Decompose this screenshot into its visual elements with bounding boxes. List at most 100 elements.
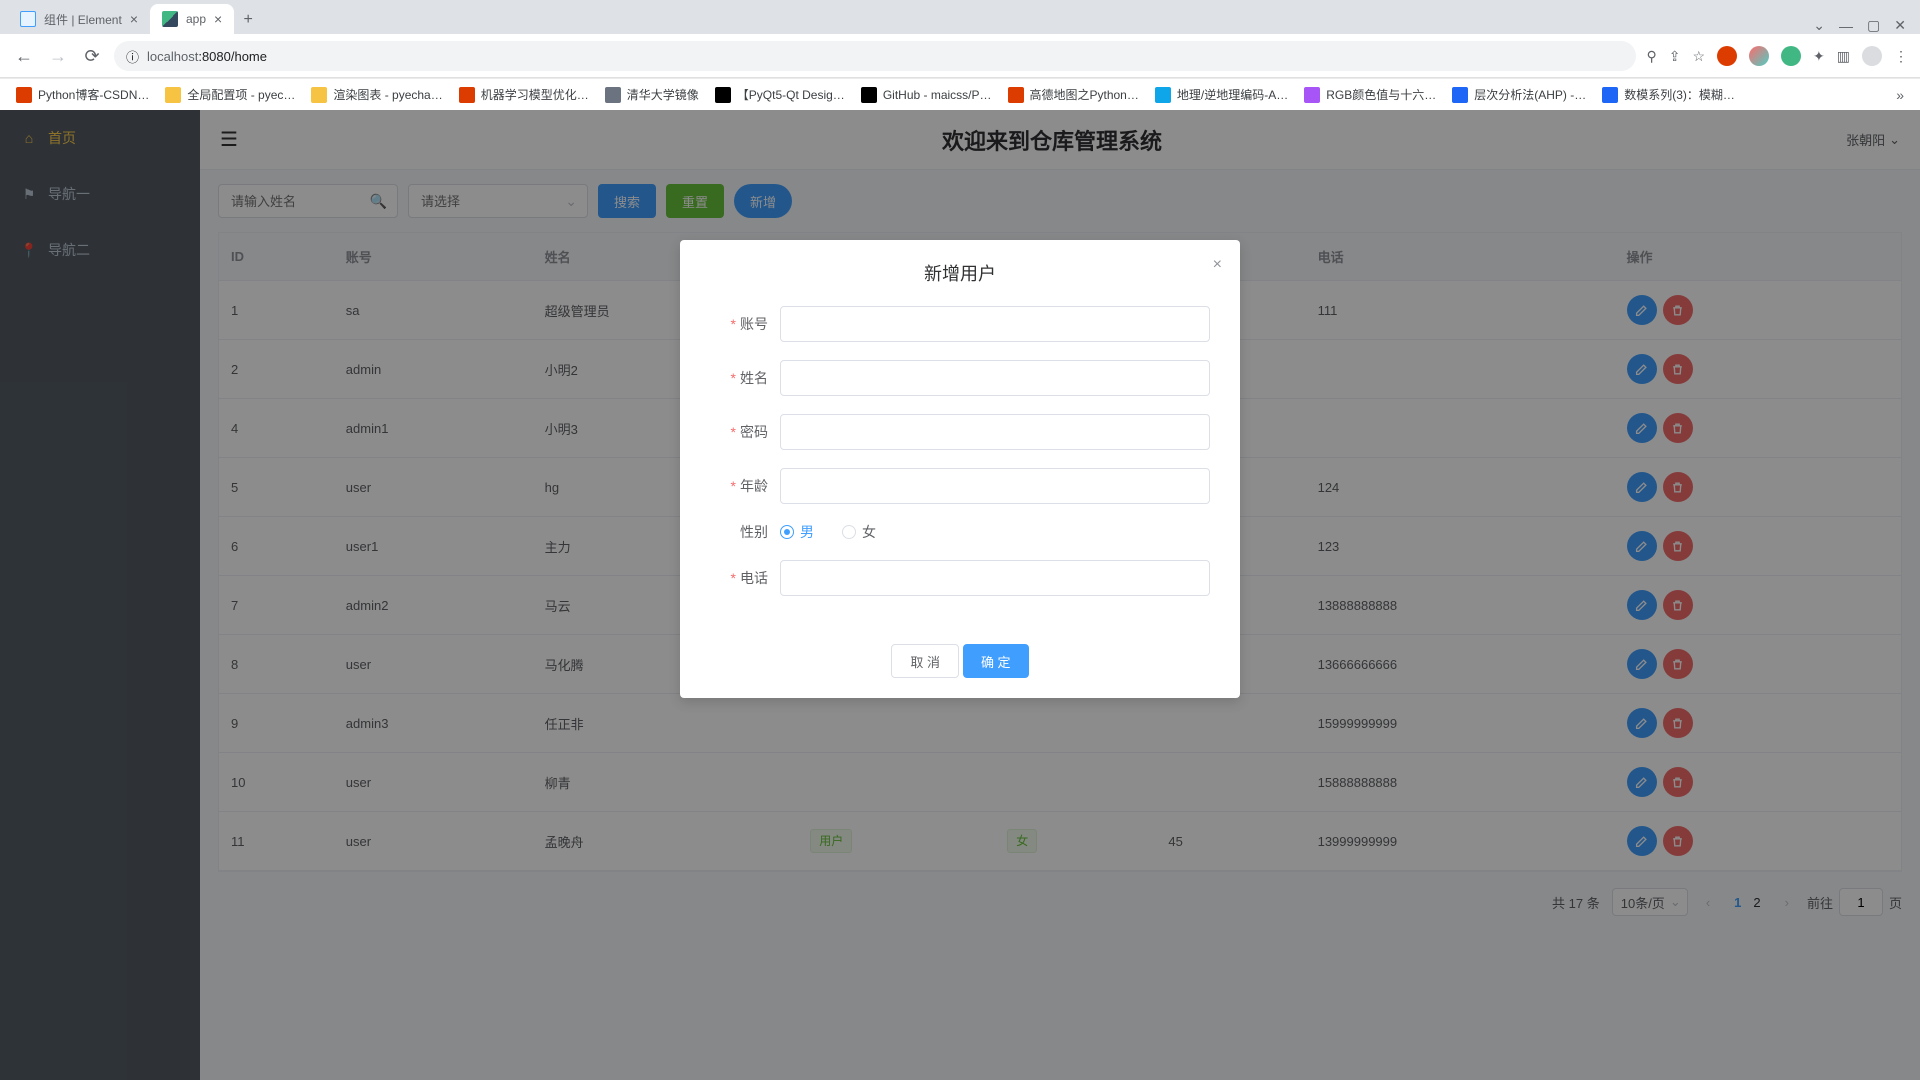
bookmark-icon: [459, 87, 475, 103]
bookmark-label: 高德地图之Python…: [1030, 86, 1139, 103]
bookmark-icon: [1008, 87, 1024, 103]
password-label: *密码: [710, 422, 780, 442]
bookmark-icon: [605, 87, 621, 103]
bookmark-icon: [861, 87, 877, 103]
new-tab-button[interactable]: +: [234, 6, 262, 34]
chevron-down-icon[interactable]: ⌄: [1813, 17, 1825, 34]
url-path: :8080/home: [198, 49, 267, 64]
bookmark-item[interactable]: 机器学习模型优化…: [453, 82, 595, 107]
bookmark-label: GitHub - maicss/P…: [883, 88, 992, 102]
phone-label: *电话: [710, 568, 780, 588]
bookmark-label: 层次分析法(AHP) -…: [1474, 86, 1586, 103]
back-button[interactable]: ←: [12, 44, 36, 68]
tab-title: app: [186, 12, 206, 26]
address-bar: ← → ⟳ ⓘ localhost:8080/home ⚲ ⇪ ☆ ✦ ▥ ⋮: [0, 34, 1920, 78]
favicon-icon: [162, 11, 178, 27]
close-icon[interactable]: ×: [214, 11, 222, 27]
toolbar-icons: ⚲ ⇪ ☆ ✦ ▥ ⋮: [1646, 46, 1908, 66]
close-window-icon[interactable]: ✕: [1894, 17, 1906, 34]
sex-radio-male[interactable]: 男: [780, 522, 814, 542]
bookmark-item[interactable]: 地理/逆地理编码-A…: [1149, 82, 1294, 107]
extensions-icon[interactable]: ✦: [1813, 48, 1825, 65]
menu-icon[interactable]: ⋮: [1894, 48, 1908, 65]
reload-button[interactable]: ⟳: [80, 44, 104, 68]
ext-icon[interactable]: [1749, 46, 1769, 66]
bookmark-label: 机器学习模型优化…: [481, 86, 589, 103]
confirm-button[interactable]: 确 定: [963, 644, 1029, 678]
bookmarks-bar: Python博客-CSDN… 全局配置项 - pyec… 渲染图表 - pyecha…: [0, 78, 1920, 110]
bookmark-item[interactable]: 清华大学镜像: [599, 82, 705, 107]
bookmark-item[interactable]: RGB颜色值与十六…: [1298, 82, 1442, 107]
bookmark-item[interactable]: Python博客-CSDN…: [10, 82, 155, 107]
bookmark-icon: [311, 87, 327, 103]
window-controls: ⌄ — ▢ ✕: [1799, 17, 1920, 34]
name-input[interactable]: [780, 360, 1210, 396]
url-input[interactable]: ⓘ localhost:8080/home: [114, 41, 1636, 71]
profile-icon[interactable]: [1862, 46, 1882, 66]
tab-title: 组件 | Element: [44, 11, 122, 28]
vue-devtools-icon[interactable]: [1781, 46, 1801, 66]
bookmark-label: 清华大学镜像: [627, 86, 699, 103]
password-input[interactable]: [780, 414, 1210, 450]
bookmark-icon: [1452, 87, 1468, 103]
account-input[interactable]: [780, 306, 1210, 342]
ext-icon[interactable]: [1717, 46, 1737, 66]
age-input[interactable]: [780, 468, 1210, 504]
bookmark-icon: [1602, 87, 1618, 103]
radio-icon: [780, 525, 794, 539]
browser-chrome: 组件 | Element × app × + ⌄ — ▢ ✕ ← → ⟳ ⓘ l…: [0, 0, 1920, 78]
add-user-dialog: 新增用户 × *账号 *姓名 *密码 *年龄 性别: [680, 240, 1240, 698]
bookmark-label: 【PyQt5-Qt Desig…: [737, 86, 845, 103]
tab-bar: 组件 | Element × app × + ⌄ — ▢ ✕: [0, 0, 1920, 34]
bookmark-label: Python博客-CSDN…: [38, 86, 149, 103]
bookmark-item[interactable]: 全局配置项 - pyec…: [159, 82, 301, 107]
bookmark-item[interactable]: 渲染图表 - pyecha…: [305, 82, 448, 107]
radio-label: 女: [862, 522, 876, 542]
sex-label: 性别: [710, 522, 780, 542]
dialog-title: 新增用户: [700, 260, 1220, 286]
bookmark-label: 数模系列(3)：模糊…: [1624, 86, 1735, 103]
bookmark-item[interactable]: 高德地图之Python…: [1002, 82, 1145, 107]
close-icon[interactable]: ×: [130, 11, 138, 27]
star-icon[interactable]: ☆: [1692, 48, 1705, 65]
sex-radio-female[interactable]: 女: [842, 522, 876, 542]
cancel-button[interactable]: 取 消: [891, 644, 959, 678]
radio-icon: [842, 525, 856, 539]
bookmark-label: 全局配置项 - pyec…: [187, 86, 295, 103]
account-label: *账号: [710, 314, 780, 334]
dialog-footer: 取 消 确 定: [680, 634, 1240, 698]
share-icon[interactable]: ⇪: [1669, 48, 1681, 65]
dialog-body: *账号 *姓名 *密码 *年龄 性别: [680, 296, 1240, 634]
bookmark-label: 渲染图表 - pyecha…: [333, 86, 442, 103]
bookmarks-overflow-icon[interactable]: »: [1890, 87, 1910, 103]
bookmark-icon: [16, 87, 32, 103]
close-icon[interactable]: ×: [1213, 256, 1222, 274]
maximize-icon[interactable]: ▢: [1867, 17, 1880, 34]
minimize-icon[interactable]: —: [1839, 18, 1853, 34]
favicon-icon: [20, 11, 36, 27]
key-icon[interactable]: ⚲: [1646, 48, 1656, 65]
url-host: localhost: [147, 49, 198, 64]
forward-button[interactable]: →: [46, 44, 70, 68]
browser-tab-active[interactable]: app ×: [150, 4, 234, 34]
bookmark-icon: [165, 87, 181, 103]
bookmark-item[interactable]: 层次分析法(AHP) -…: [1446, 82, 1592, 107]
sex-radio-group: 男 女: [780, 522, 1210, 542]
bookmark-item[interactable]: GitHub - maicss/P…: [855, 83, 998, 107]
age-label: *年龄: [710, 476, 780, 496]
site-info-icon[interactable]: ⓘ: [126, 47, 139, 66]
bookmark-item[interactable]: 【PyQt5-Qt Desig…: [709, 82, 851, 107]
phone-input[interactable]: [780, 560, 1210, 596]
radio-label: 男: [800, 522, 814, 542]
side-panel-icon[interactable]: ▥: [1837, 48, 1850, 65]
bookmark-icon: [1304, 87, 1320, 103]
dialog-header: 新增用户 ×: [680, 240, 1240, 296]
bookmark-icon: [715, 87, 731, 103]
browser-tab[interactable]: 组件 | Element ×: [8, 4, 150, 34]
name-label: *姓名: [710, 368, 780, 388]
bookmark-label: RGB颜色值与十六…: [1326, 86, 1436, 103]
modal-overlay[interactable]: 新增用户 × *账号 *姓名 *密码 *年龄 性别: [0, 110, 1920, 1080]
bookmark-label: 地理/逆地理编码-A…: [1177, 86, 1288, 103]
bookmark-icon: [1155, 87, 1171, 103]
bookmark-item[interactable]: 数模系列(3)：模糊…: [1596, 82, 1741, 107]
